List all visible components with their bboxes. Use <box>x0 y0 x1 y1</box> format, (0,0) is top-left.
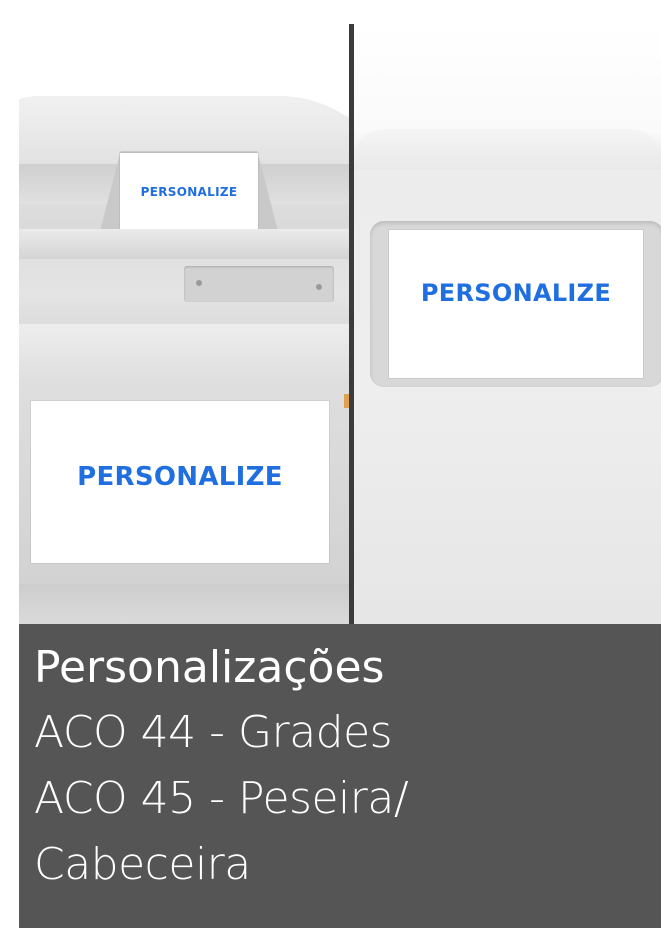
caption-title: Personalizações <box>34 642 385 693</box>
screw-icon <box>196 280 202 286</box>
caption-line: Cabeceira <box>34 839 251 890</box>
personalize-label-small: PERSONALIZE <box>120 153 258 231</box>
personalize-label-right: PERSONALIZE <box>389 230 643 378</box>
caption-box: Personalizações ACO 44 - Grades ACO 45 -… <box>19 624 661 928</box>
personalize-label-large: PERSONALIZE <box>31 401 329 563</box>
bed-rail-photo: PERSONALIZE PERSONALIZE <box>19 24 349 624</box>
product-photo: PERSONALIZE PERSONALIZE PERSONALIZE <box>19 24 661 624</box>
screw-icon <box>316 284 322 290</box>
mount-plate <box>184 266 334 302</box>
rail-bar <box>19 229 349 259</box>
caption-line: ACO 44 - Grades <box>34 707 393 758</box>
headboard-photo: PERSONALIZE <box>354 24 661 624</box>
headboard-cap <box>354 129 661 169</box>
caption-line: ACO 45 - Peseira/ <box>34 773 409 824</box>
bed-bottom-strip <box>19 584 349 624</box>
